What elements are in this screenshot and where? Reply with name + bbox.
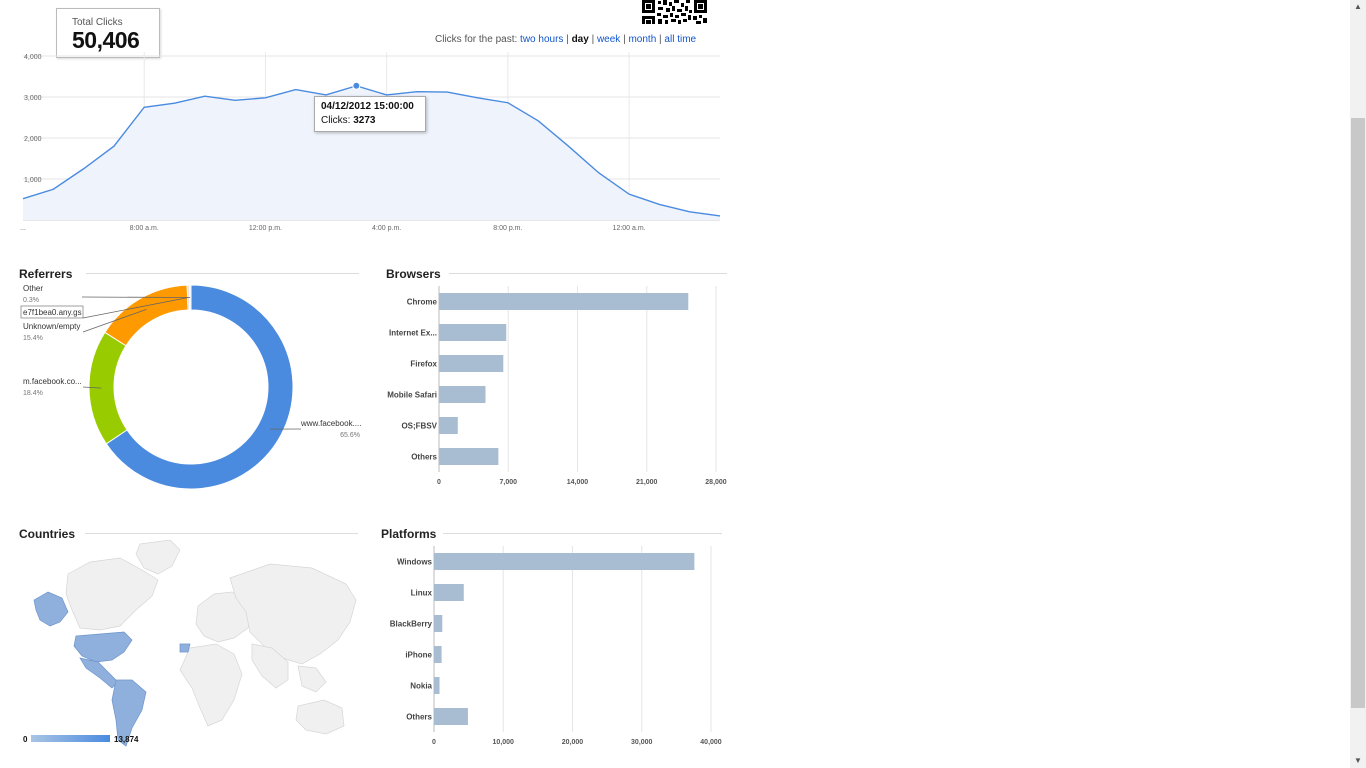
map-region-greenland: [135, 540, 181, 575]
highlighted-data-point[interactable]: [352, 81, 361, 90]
tooltip-clicks-label: Clicks:: [321, 115, 351, 126]
category-label: Firefox: [410, 360, 437, 369]
x-tick-label: 14,000: [567, 479, 589, 486]
tooltip-clicks: Clicks: 3273: [321, 115, 375, 126]
bar[interactable]: [439, 293, 689, 310]
scrollbar-thumb[interactable]: [1351, 118, 1365, 708]
platforms-bar-chart[interactable]: 0 10,000 20,000 30,000 40,000 Windows Linux Bla…: [375, 540, 735, 755]
bar[interactable]: [434, 553, 695, 570]
map-region-africa: [179, 643, 243, 727]
referrer-label: www.facebook....: [300, 419, 361, 428]
map-region-southeast-asia: [297, 665, 327, 693]
tooltip-clicks-value: 3273: [353, 115, 376, 126]
qr-code-icon[interactable]: [641, 0, 708, 24]
category-label: Windows: [397, 558, 433, 567]
x-tick-label: 0: [432, 739, 436, 746]
x-tick-label: 8:00 p.m.: [493, 225, 522, 232]
x-tick-label: ...: [20, 225, 26, 232]
category-label: OS;FBSV: [401, 422, 437, 431]
category-label: Internet Ex...: [389, 329, 437, 338]
bar[interactable]: [434, 615, 443, 632]
referrer-percent: 0.3%: [23, 297, 39, 304]
map-region-usa: [73, 631, 133, 663]
map-legend-min: 0: [23, 735, 28, 744]
x-tick-label: 28,000: [705, 479, 727, 486]
referrer-label: e7f1bea0.any.gs: [23, 308, 82, 317]
referrers-title: Referrers: [19, 267, 73, 281]
bar[interactable]: [439, 417, 458, 434]
scroll-up-arrow-icon[interactable]: ▲: [1350, 0, 1366, 14]
category-label: Others: [411, 453, 437, 462]
map-region-alaska: [33, 591, 69, 627]
category-label: iPhone: [405, 651, 432, 660]
category-label: Linux: [411, 589, 433, 598]
map-legend-scale: [31, 735, 110, 742]
x-tick-label: 12:00 p.m.: [249, 225, 282, 232]
browsers-bar-chart[interactable]: 0 7,000 14,000 21,000 28,000 Chrome Internet E…: [380, 280, 740, 495]
platforms-divider: [443, 533, 722, 534]
referrers-divider: [86, 273, 359, 274]
referrer-label: Other: [23, 284, 43, 293]
category-label: BlackBerry: [390, 620, 433, 629]
referrer-label: m.facebook.co...: [23, 377, 82, 386]
tooltip-date: 04/12/2012 15:00:00: [321, 101, 414, 112]
category-label: Nokia: [410, 682, 432, 691]
vertical-scrollbar[interactable]: ▲ ▼: [1350, 0, 1366, 768]
platforms-title: Platforms: [381, 527, 437, 541]
x-tick-label: 4:00 p.m.: [372, 225, 401, 232]
referrers-donut-chart[interactable]: www.facebook.... 65.6% m.facebook.co... 18.…: [0, 280, 370, 500]
scroll-down-arrow-icon[interactable]: ▼: [1350, 754, 1366, 768]
bar[interactable]: [439, 386, 486, 403]
referrer-percent: 15.4%: [23, 335, 43, 342]
referrer-leader-line: [81, 296, 191, 298]
x-tick-label: 20,000: [562, 739, 584, 746]
chart-tooltip: 04/12/2012 15:00:00 Clicks: 3273: [314, 96, 426, 132]
x-tick-label: 10,000: [493, 739, 515, 746]
bar[interactable]: [434, 584, 464, 601]
bar[interactable]: [434, 646, 442, 663]
category-label: Mobile Safari: [387, 391, 437, 400]
countries-world-map[interactable]: 0 13,874: [20, 540, 360, 752]
donut-slice[interactable]: [104, 284, 189, 347]
referrer-percent: 65.6%: [340, 432, 360, 439]
map-region-canada: [65, 557, 159, 631]
y-tick-label: 2,000: [24, 136, 42, 143]
category-label: Others: [406, 713, 432, 722]
y-tick-label: 1,000: [24, 177, 42, 184]
bar[interactable]: [439, 324, 507, 341]
browsers-title: Browsers: [386, 267, 441, 281]
category-label: Chrome: [407, 298, 438, 307]
y-tick-label: 3,000: [24, 95, 42, 102]
clicks-timeline-chart[interactable]: 1,000 2,000 3,000 4,000... 8:00 a.m. 12:00 p.…: [0, 44, 730, 240]
bar[interactable]: [439, 448, 499, 465]
map-region-mexico: [79, 657, 119, 689]
x-tick-label: 7,000: [499, 479, 517, 486]
map-region-australia: [295, 699, 345, 735]
bar[interactable]: [434, 677, 440, 694]
x-tick-label: 12:00 a.m.: [613, 225, 646, 232]
x-tick-label: 40,000: [700, 739, 722, 746]
x-tick-label: 30,000: [631, 739, 653, 746]
countries-title: Countries: [19, 527, 76, 541]
bar[interactable]: [434, 708, 468, 725]
referrer-percent: 18.4%: [23, 390, 43, 397]
y-tick-label: 4,000: [24, 54, 42, 61]
x-tick-label: 21,000: [636, 479, 658, 486]
referrer-label: Unknown/empty: [23, 322, 80, 331]
map-region-asia: [229, 563, 357, 665]
countries-divider: [85, 533, 358, 534]
map-legend-max: 13,874: [114, 735, 139, 744]
bar[interactable]: [439, 355, 504, 372]
map-region-iberia: [179, 643, 191, 653]
x-tick-label: 8:00 a.m.: [130, 225, 159, 232]
x-tick-label: 0: [437, 479, 441, 486]
browsers-divider: [449, 273, 727, 274]
